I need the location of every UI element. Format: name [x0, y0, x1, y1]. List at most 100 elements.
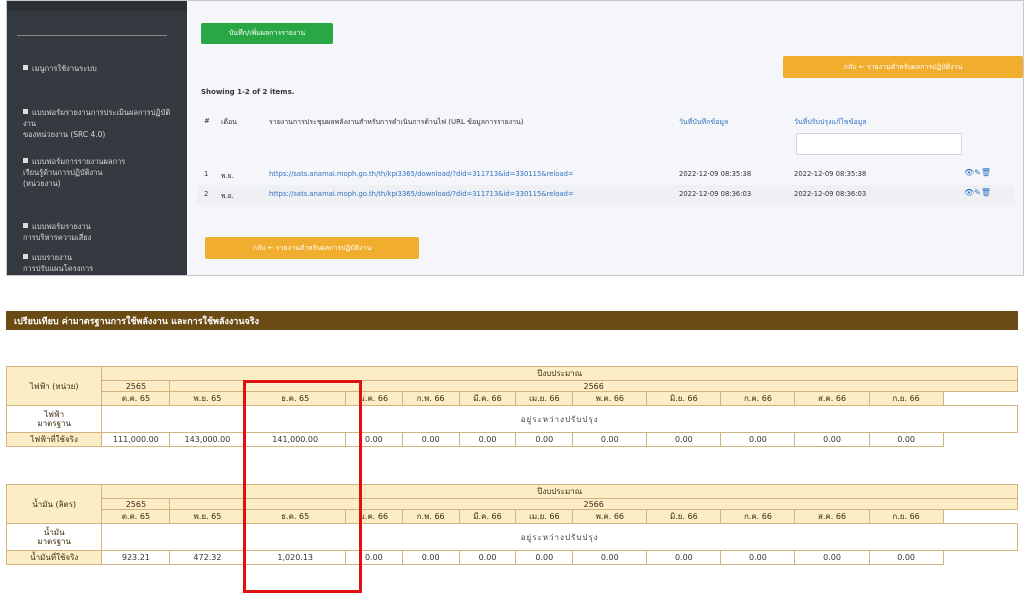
month-header: ต.ค. 65 — [101, 391, 171, 406]
table-row: 1 พ.ย. https://sats.anamai.moph.go.th/th… — [197, 165, 1015, 185]
table-label: น้ำมัน (ลิตร) — [5, 484, 103, 524]
sidebar-topbar — [7, 1, 187, 11]
actual-value: 0.00 — [720, 432, 796, 447]
row-created: 2022-12-09 08:36:03 — [679, 190, 752, 198]
month-header: ส.ค. 66 — [794, 391, 870, 406]
month-header: ก.ย. 66 — [868, 509, 944, 524]
row-month: พ.ย. — [221, 172, 234, 180]
month-header: พ.ค. 66 — [572, 509, 648, 524]
sidebar-item-label: แบบฟอร์มรายงาน การบริหารความเสี่ยง — [23, 222, 92, 242]
col-header-month: เดือน — [221, 118, 237, 126]
actual-value: 0.00 — [646, 432, 722, 447]
col-header-created[interactable]: วันที่บันทึกข้อมูล — [679, 117, 728, 128]
row-created: 2022-12-09 08:35:38 — [679, 170, 752, 178]
electricity-table: ไฟฟ้า (หน่วย) ปีงบประมาณ 2565 2566 ต.ค. … — [5, 366, 1018, 447]
menu-bullet-icon — [23, 254, 28, 259]
actual-value: 472.32 — [169, 550, 246, 565]
month-header: ก.ค. 66 — [720, 509, 796, 524]
month-header: ก.ย. 66 — [868, 391, 944, 406]
month-header: ก.พ. 66 — [401, 509, 460, 524]
col-header-updated[interactable]: วันที่ปรับปรุงแก้ไขข้อมูล — [794, 117, 867, 128]
table-row: 2 พ.ย. https://sats.anamai.moph.go.th/th… — [197, 185, 1015, 205]
year-prev: 2565 — [101, 498, 171, 510]
actual-value: 111,000.00 — [101, 432, 171, 447]
highlight-box — [243, 380, 362, 593]
app-window: เมนูการใช้งานระบบ แบบฟอร์มรายงานการประเม… — [6, 0, 1024, 276]
row-updated: 2022-12-09 08:35:38 — [794, 170, 867, 178]
row-num: 2 — [204, 190, 209, 198]
actual-value: 0.00 — [572, 550, 648, 565]
menu-bullet-icon — [23, 109, 28, 114]
actual-value: 0.00 — [515, 432, 574, 447]
actual-value: 0.00 — [458, 550, 517, 565]
sidebar-item-label: เมนูการใช้งานระบบ — [32, 64, 97, 73]
month-header: ต.ค. 65 — [101, 509, 171, 524]
row-url-link[interactable]: https://sats.anamai.moph.go.th/th/kpi336… — [269, 170, 673, 178]
budget-year-title: ปีงบประมาณ — [101, 484, 1018, 499]
actual-value: 0.00 — [868, 432, 944, 447]
month-header: พ.ย. 65 — [169, 509, 246, 524]
actual-value: 0.00 — [720, 550, 796, 565]
actual-label: น้ำมันที่ใช้จริง — [5, 550, 103, 565]
actual-value: 0.00 — [794, 432, 870, 447]
sidebar-divider — [17, 35, 167, 36]
actual-value: 0.00 — [515, 550, 574, 565]
row-month: พ.ย. — [221, 192, 234, 200]
back-to-report-button-top[interactable]: กลับ ← รายงานสำหรับผลการปฏิบัติงาน — [783, 56, 1023, 78]
row-actions-icon[interactable]: 👁✎🗑 — [964, 188, 991, 197]
standard-label: ไฟฟ้า มาตรฐาน — [5, 405, 103, 433]
actual-value: 0.00 — [868, 550, 944, 565]
actual-label: ไฟฟ้าที่ใช้จริง — [5, 432, 103, 447]
actual-value: 0.00 — [794, 550, 870, 565]
month-header: ก.พ. 66 — [401, 391, 460, 406]
sidebar-item-2[interactable]: แบบฟอร์มการรายงานผลการ เรียนรู้ด้านการปฏ… — [23, 156, 183, 189]
sidebar-item-label: แบบฟอร์มรายงานการประเมินผลการปฏิบัติงาน … — [23, 108, 171, 139]
col-header-num: # — [204, 117, 210, 125]
actual-value: 143,000.00 — [169, 432, 246, 447]
sidebar-item-0[interactable]: เมนูการใช้งานระบบ — [23, 63, 183, 74]
actual-value: 0.00 — [401, 432, 460, 447]
month-header: มิ.ย. 66 — [646, 391, 722, 406]
back-to-report-button-bottom[interactable]: กลับ ← รายงานสำหรับผลการปฏิบัติงาน — [205, 237, 419, 259]
month-header: มี.ค. 66 — [458, 391, 517, 406]
row-url-link[interactable]: https://sats.anamai.moph.go.th/th/kpi336… — [269, 190, 673, 198]
row-updated: 2022-12-09 08:36:03 — [794, 190, 867, 198]
month-header: เม.ย. 66 — [515, 391, 574, 406]
page: เมนูการใช้งานระบบ แบบฟอร์มรายงานการประเม… — [0, 0, 1032, 597]
main-content: บันทึก/เพิ่มผลการรายงาน กลับ ← รายงานสำห… — [187, 1, 1023, 275]
fuel-table: น้ำมัน (ลิตร) ปีงบประมาณ 2565 2566 ต.ค. … — [5, 484, 1018, 565]
sidebar-item-1[interactable]: แบบฟอร์มรายงานการประเมินผลการปฏิบัติงาน … — [23, 107, 183, 140]
month-header: เม.ย. 66 — [515, 509, 574, 524]
actual-value: 0.00 — [458, 432, 517, 447]
standard-status: อยู่ระหว่างปรับปรุง — [101, 405, 1018, 433]
row-num: 1 — [204, 170, 209, 178]
sidebar-item-3[interactable]: แบบฟอร์มรายงาน การบริหารความเสี่ยง — [23, 221, 183, 243]
month-header: พ.ค. 66 — [572, 391, 648, 406]
year-prev: 2565 — [101, 380, 171, 392]
sidebar: เมนูการใช้งานระบบ แบบฟอร์มรายงานการประเม… — [7, 1, 187, 275]
month-header: ก.ค. 66 — [720, 391, 796, 406]
month-header: มิ.ย. 66 — [646, 509, 722, 524]
month-header: มี.ค. 66 — [458, 509, 517, 524]
budget-year-title: ปีงบประมาณ — [101, 366, 1018, 381]
month-header: พ.ย. 65 — [169, 391, 246, 406]
sidebar-item-label: แบบฟอร์มการรายงานผลการ เรียนรู้ด้านการปฏ… — [23, 157, 126, 188]
month-header: ส.ค. 66 — [794, 509, 870, 524]
actual-value: 0.00 — [646, 550, 722, 565]
menu-bullet-icon — [23, 223, 28, 228]
standard-label: น้ำมัน มาตรฐาน — [5, 523, 103, 551]
row-actions-icon[interactable]: 👁✎🗑 — [964, 168, 991, 177]
menu-bullet-icon — [23, 158, 28, 163]
actual-value: 0.00 — [401, 550, 460, 565]
actual-value: 0.00 — [572, 432, 648, 447]
col-header-report: รายงานการประชุมผลพลังงานสำหรับการดำเนินก… — [269, 118, 524, 126]
actual-value: 923.21 — [101, 550, 171, 565]
summary-text: Showing 1-2 of 2 items. — [201, 88, 295, 96]
sidebar-item-4[interactable]: แบบรายงาน การปรับแผนโครงการ — [23, 252, 183, 274]
compare-header: เปรียบเทียบ ค่ามาตรฐานการใช้พลังงาน และก… — [6, 311, 1018, 330]
add-report-button[interactable]: บันทึก/เพิ่มผลการรายงาน — [201, 23, 333, 44]
standard-status: อยู่ระหว่างปรับปรุง — [101, 523, 1018, 551]
table-label: ไฟฟ้า (หน่วย) — [5, 366, 103, 406]
menu-bullet-icon — [23, 65, 28, 70]
filter-input[interactable] — [796, 133, 962, 155]
